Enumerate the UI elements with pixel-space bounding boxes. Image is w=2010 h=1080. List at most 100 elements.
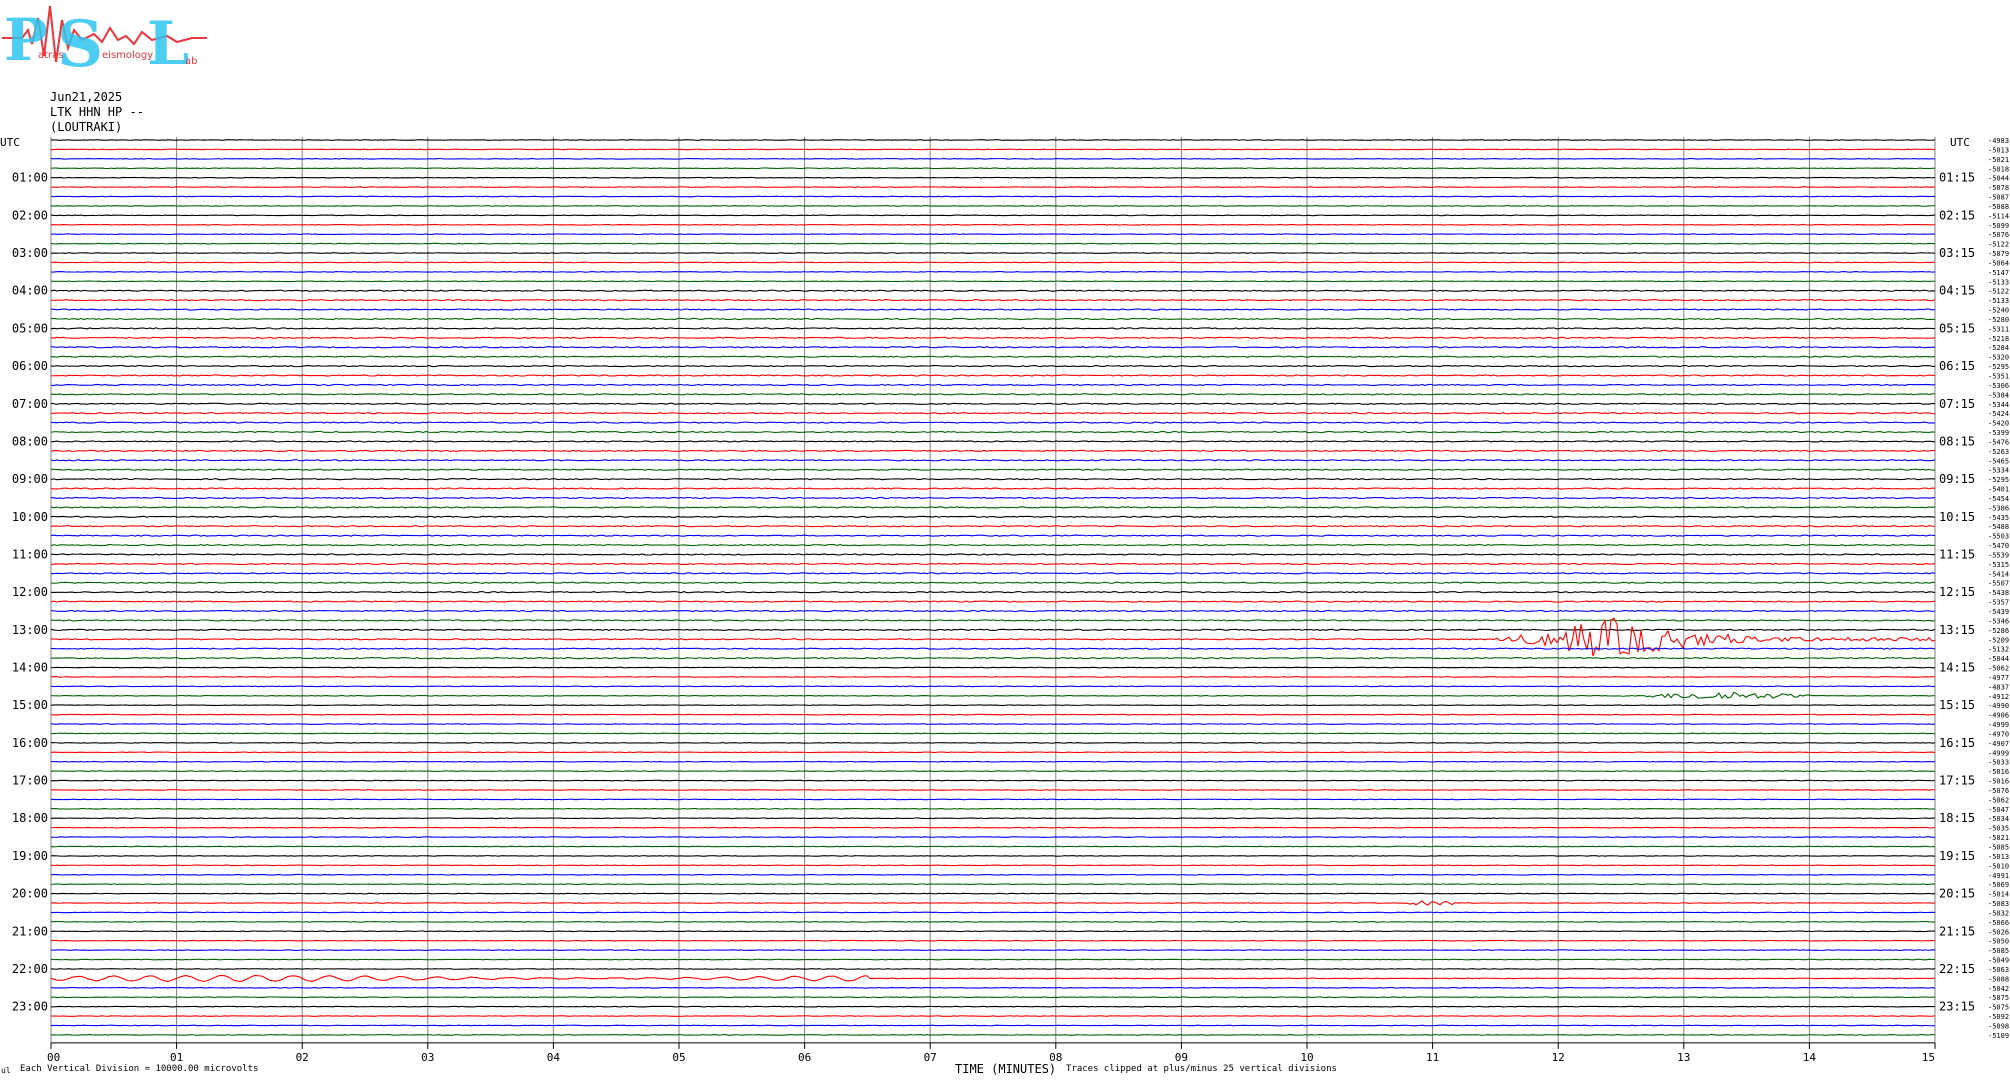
offset-label-35: -5334 xyxy=(1988,467,2009,475)
offset-label-54: -5132 xyxy=(1988,646,2009,654)
right-hour-label-20: 20:15 xyxy=(1939,887,1975,901)
trace-70 xyxy=(50,798,1936,801)
trace-61 xyxy=(50,713,1936,716)
trace-9 xyxy=(50,223,1936,226)
offset-label-52: -5286 xyxy=(1988,627,2009,635)
trace-65 xyxy=(50,751,1936,754)
left-hour-label-7: 07:00 xyxy=(12,397,48,411)
left-hour-label-22: 22:00 xyxy=(12,962,48,976)
offset-label-6: -5087 xyxy=(1988,194,2009,202)
trace-57 xyxy=(50,676,1936,678)
right-hour-label-12: 12:15 xyxy=(1939,585,1975,599)
offset-label-83: -5066 xyxy=(1988,919,2009,927)
offset-label-91: -5075 xyxy=(1988,994,2009,1002)
trace-0 xyxy=(50,139,1936,141)
trace-55 xyxy=(50,656,1936,660)
x-tick-label-07: 07 xyxy=(924,1051,937,1064)
trace-76 xyxy=(50,855,1936,857)
trace-89 xyxy=(50,974,1936,983)
logo-letter-p: P xyxy=(4,6,48,72)
left-hour-label-14: 14:00 xyxy=(12,661,48,675)
trace-80 xyxy=(50,892,1936,895)
trace-63 xyxy=(50,732,1936,735)
offset-label-3: -5018 xyxy=(1988,165,2009,173)
trace-4 xyxy=(50,176,1936,179)
offset-label-32: -5476 xyxy=(1988,438,2009,446)
trace-64 xyxy=(50,742,1936,744)
offset-label-16: -5122 xyxy=(1988,288,2009,296)
right-hour-label-2: 02:15 xyxy=(1939,208,1975,222)
offset-label-72: -5034 xyxy=(1988,815,2009,823)
psl-logo: P S L atras eismology ab xyxy=(2,0,207,82)
offset-label-87: -5049 xyxy=(1988,957,2009,965)
offset-label-75: -5085 xyxy=(1988,844,2009,852)
trace-71 xyxy=(51,807,1936,810)
trace-25 xyxy=(50,374,1936,377)
trace-26 xyxy=(50,383,1936,387)
trace-6 xyxy=(50,195,1936,198)
left-hour-label-3: 03:00 xyxy=(12,246,48,260)
trace-86 xyxy=(50,949,1936,951)
trace-88 xyxy=(50,968,1936,970)
offset-label-69: -5076 xyxy=(1988,787,2009,795)
right-hour-label-14: 14:15 xyxy=(1939,661,1975,675)
x-axis-label: TIME (MINUTES) xyxy=(955,1062,1057,1076)
trace-73 xyxy=(50,826,1936,829)
trace-50 xyxy=(50,609,1936,613)
x-tick-label-10: 10 xyxy=(1300,1051,1313,1064)
offset-label-76: -5013 xyxy=(1988,853,2009,861)
trace-60 xyxy=(50,704,1936,707)
offset-label-41: -5488 xyxy=(1988,523,2009,531)
right-utc-label: UTC xyxy=(1950,136,1970,149)
right-hour-label-6: 06:15 xyxy=(1939,359,1975,373)
x-tick-label-01: 01 xyxy=(170,1051,183,1064)
offset-label-90: -5042 xyxy=(1988,985,2009,993)
offset-label-29: -5424 xyxy=(1988,410,2009,418)
offset-label-48: -5438 xyxy=(1988,589,2009,597)
logo-letter-l: L xyxy=(147,9,189,72)
left-hour-label-2: 02:00 xyxy=(12,208,48,222)
trace-77 xyxy=(50,864,1936,867)
x-tick-label-15: 15 xyxy=(1922,1051,1935,1064)
trace-28 xyxy=(50,402,1936,405)
x-tick-label-14: 14 xyxy=(1803,1051,1817,1064)
offset-label-8: -5114 xyxy=(1988,212,2009,220)
offset-label-20: -5311 xyxy=(1988,325,2009,333)
trace-10 xyxy=(50,233,1936,236)
offset-label-30: -5420 xyxy=(1988,420,2009,428)
right-hour-label-13: 13:15 xyxy=(1939,623,1975,637)
trace-56 xyxy=(50,666,1936,669)
left-hour-label-19: 19:00 xyxy=(12,849,48,863)
trace-68 xyxy=(50,779,1936,782)
header-date: Jun21,2025 xyxy=(50,90,123,104)
left-hour-label-16: 16:00 xyxy=(12,736,48,750)
offset-label-45: -5315 xyxy=(1988,561,2009,569)
right-hour-label-5: 05:15 xyxy=(1939,321,1975,335)
trace-91 xyxy=(50,996,1936,999)
trace-79 xyxy=(50,883,1936,886)
offset-label-51: -5346 xyxy=(1988,617,2009,625)
trace-51 xyxy=(50,619,1936,622)
offset-label-43: -5470 xyxy=(1988,542,2009,550)
offset-label-7: -5088 xyxy=(1988,203,2009,211)
x-tick-label-06: 06 xyxy=(798,1051,811,1064)
offset-label-14: -5147 xyxy=(1988,269,2009,277)
left-hour-label-20: 20:00 xyxy=(12,887,48,901)
x-tick-label-00: 00 xyxy=(47,1051,60,1064)
left-hour-label-23: 23:00 xyxy=(12,1000,48,1014)
trace-1 xyxy=(50,148,1936,151)
offset-label-10: -5076 xyxy=(1988,231,2009,239)
trace-53 xyxy=(50,617,1936,657)
trace-67 xyxy=(50,770,1936,772)
right-hour-label-18: 18:15 xyxy=(1939,811,1975,825)
trace-33 xyxy=(50,449,1936,452)
right-hour-label-21: 21:15 xyxy=(1939,924,1975,938)
trace-36 xyxy=(50,478,1936,481)
offset-label-21: -5218 xyxy=(1988,335,2009,343)
trace-16 xyxy=(50,289,1936,292)
x-tick-label-03: 03 xyxy=(421,1051,434,1064)
right-hour-label-10: 10:15 xyxy=(1939,510,1975,524)
header-channel: LTK HHN HP -- xyxy=(50,105,144,119)
right-hour-label-19: 19:15 xyxy=(1939,849,1975,863)
trace-95 xyxy=(50,1034,1936,1036)
